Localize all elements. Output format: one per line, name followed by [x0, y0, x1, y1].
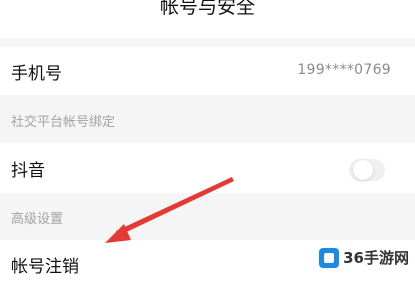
page-title: 帐号与安全 — [159, 0, 255, 18]
account-cancel-label: 帐号注销 — [11, 256, 79, 277]
36-logo-icon — [319, 247, 340, 268]
douyin-row[interactable]: 抖音 — [0, 143, 415, 193]
phone-number-row[interactable]: 手机号 199****0769 — [0, 47, 415, 95]
watermark: 36手游网 — [319, 247, 409, 268]
douyin-toggle[interactable] — [349, 159, 385, 181]
douyin-label: 抖音 — [11, 160, 45, 181]
watermark-text: 36手游网 — [343, 249, 409, 267]
top-bar: 帐号与安全 — [0, 0, 415, 38]
social-section-title: 社交平台帐号绑定 — [11, 115, 116, 130]
advanced-section-title: 高级设置 — [11, 212, 64, 227]
phone-value: 199****0769 — [297, 62, 391, 78]
toggle-knob — [353, 160, 373, 180]
phone-label: 手机号 — [11, 63, 62, 84]
